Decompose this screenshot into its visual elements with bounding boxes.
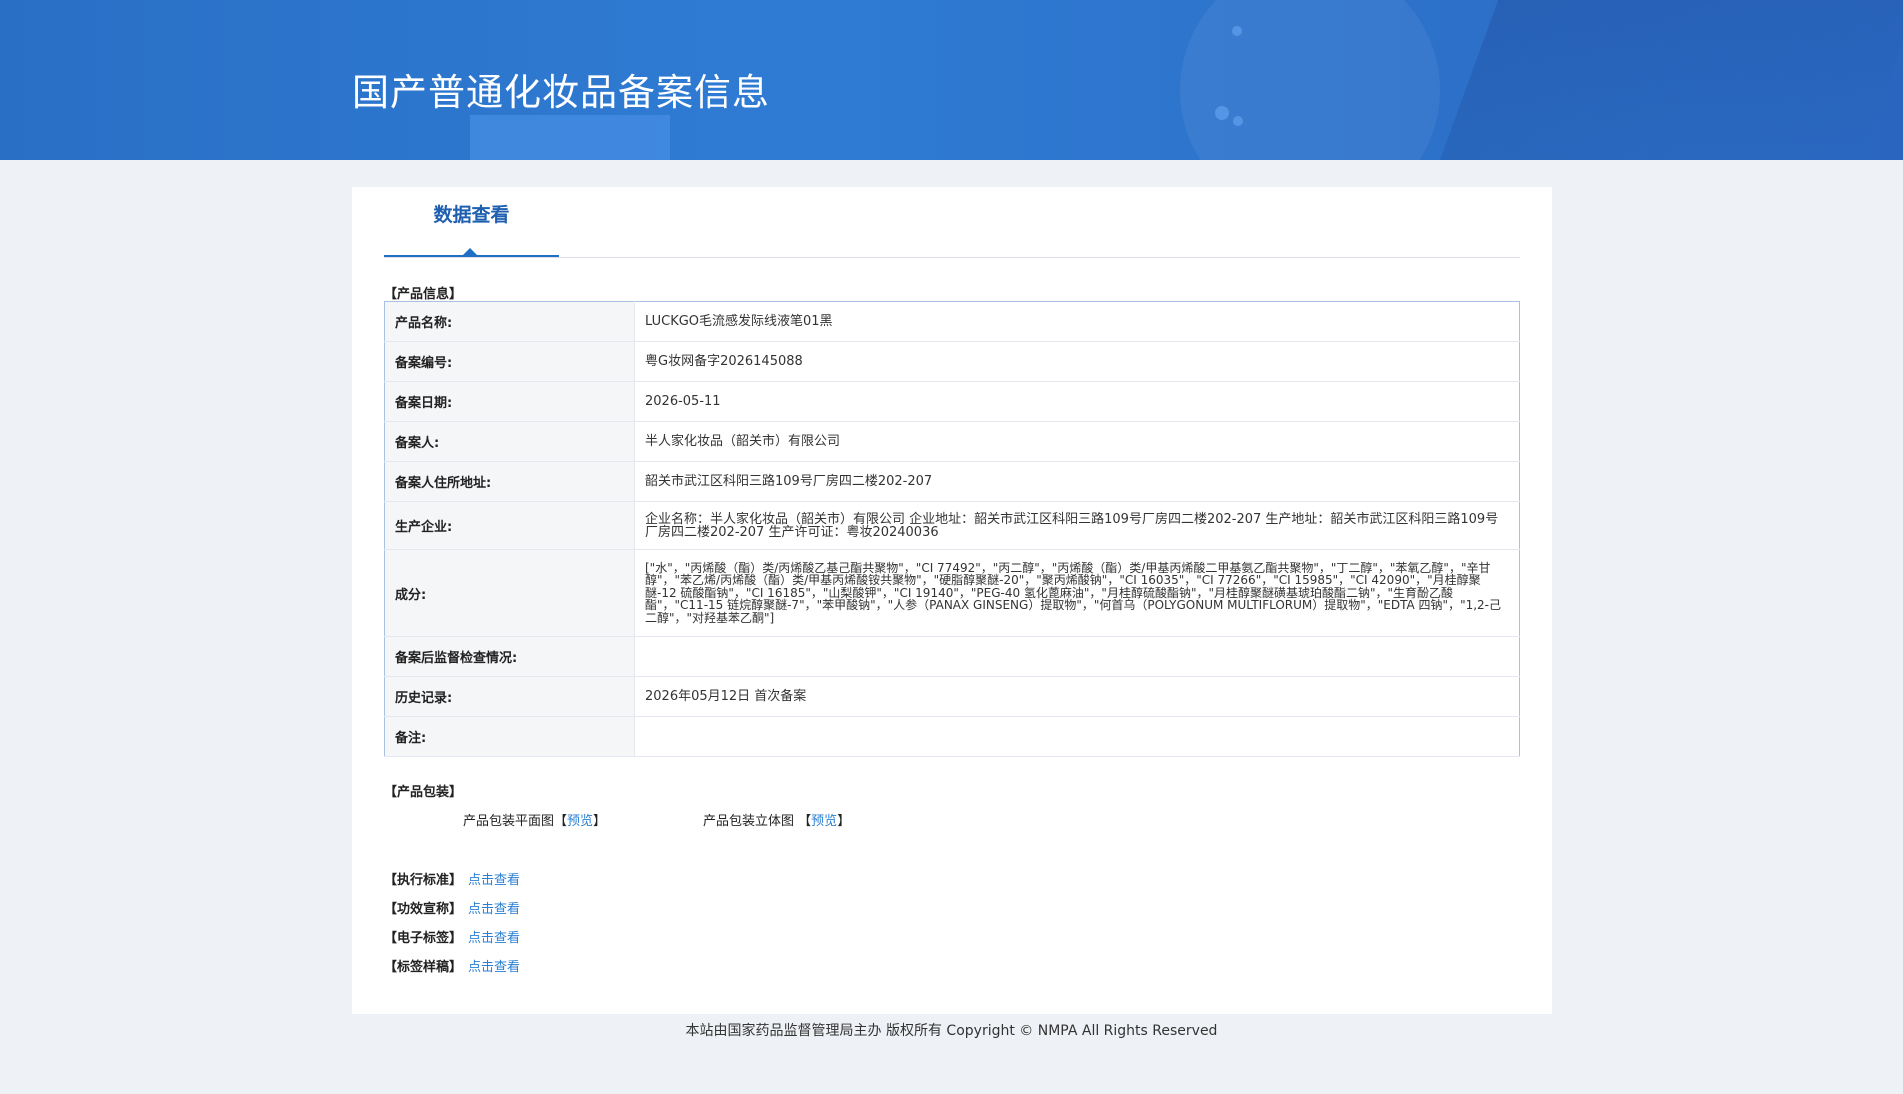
- packaging-flat: 产品包装平面图【预览】: [463, 810, 606, 829]
- packaging-solid: 产品包装立体图 【预览】: [703, 810, 850, 829]
- bracket-close: 】: [837, 814, 851, 829]
- table-row: 备注:: [384, 716, 1520, 757]
- table-row: 备案后监督检查情况:: [384, 636, 1520, 677]
- row-key: 备案后监督检查情况:: [384, 636, 635, 677]
- table-row: 成分: ["水"，"丙烯酸（酯）类/丙烯酸乙基己酯共聚物"，"CI 77492"…: [384, 549, 1520, 637]
- bracket-close: 】: [593, 814, 607, 829]
- row-value: 半人家化妆品（韶关市）有限公司: [634, 421, 1520, 462]
- banner-decoration: [1439, 0, 1903, 160]
- doc-row-label-sample: 【标签样稿】 点击查看: [384, 956, 520, 975]
- doc-label: 【执行标准】: [384, 873, 463, 888]
- tab-indicator-caret: [463, 248, 477, 255]
- row-key: 成分:: [384, 549, 635, 637]
- row-value: ["水"，"丙烯酸（酯）类/丙烯酸乙基己酯共聚物"，"CI 77492"，"丙二…: [634, 549, 1520, 637]
- section-label-packaging: 【产品包装】: [384, 785, 463, 800]
- product-info-table: 产品名称: LUCKGO毛流感发际线液笔01黑 备案编号: 粤G妆网备字2026…: [384, 301, 1520, 757]
- row-key: 生产企业:: [384, 501, 635, 550]
- table-row: 备案编号: 粤G妆网备字2026145088: [384, 341, 1520, 382]
- table-row: 历史记录: 2026年05月12日 首次备案: [384, 676, 1520, 717]
- packaging-flat-preview-link[interactable]: 预览: [567, 814, 593, 829]
- row-key: 备案人:: [384, 421, 635, 462]
- table-row: 产品名称: LUCKGO毛流感发际线液笔01黑: [384, 301, 1520, 342]
- table-row: 备案人: 半人家化妆品（韶关市）有限公司: [384, 421, 1520, 462]
- banner-decoration: [1232, 26, 1242, 36]
- row-value: 韶关市武江区科阳三路109号厂房四二楼202-207: [634, 461, 1520, 502]
- doc-view-link[interactable]: 点击查看: [468, 902, 520, 917]
- doc-label: 【标签样稿】: [384, 960, 463, 975]
- doc-row-e-label: 【电子标签】 点击查看: [384, 927, 520, 946]
- row-key: 产品名称:: [384, 301, 635, 342]
- row-key: 历史记录:: [384, 676, 635, 717]
- tab-data-view-label: 数据查看: [433, 204, 510, 226]
- tab-data-view[interactable]: 数据查看: [384, 187, 559, 257]
- banner-decoration: [470, 115, 670, 160]
- table-row: 备案人住所地址: 韶关市武江区科阳三路109号厂房四二楼202-207: [384, 461, 1520, 502]
- doc-view-link[interactable]: 点击查看: [468, 960, 520, 975]
- table-row: 备案日期: 2026-05-11: [384, 381, 1520, 422]
- doc-row-standard: 【执行标准】 点击查看: [384, 869, 520, 888]
- bracket-open: 【: [798, 814, 812, 829]
- header-banner: 国产普通化妆品备案信息: [0, 0, 1903, 160]
- doc-label: 【功效宣称】: [384, 902, 463, 917]
- content-card: 数据查看 【产品信息】 产品名称: LUCKGO毛流感发际线液笔01黑 备案编号…: [352, 187, 1552, 1014]
- row-value: 企业名称：半人家化妆品（韶关市）有限公司 企业地址：韶关市武江区科阳三路109号…: [634, 501, 1520, 550]
- banner-decoration: [1215, 106, 1229, 120]
- row-value: [634, 636, 1520, 677]
- row-key: 备案日期:: [384, 381, 635, 422]
- row-value: 2026年05月12日 首次备案: [634, 676, 1520, 717]
- row-value: LUCKGO毛流感发际线液笔01黑: [634, 301, 1520, 342]
- bracket-open: 【: [554, 814, 568, 829]
- row-value: 2026-05-11: [634, 381, 1520, 422]
- row-key: 备案编号:: [384, 341, 635, 382]
- page-title: 国产普通化妆品备案信息: [352, 71, 770, 114]
- doc-label: 【电子标签】: [384, 931, 463, 946]
- row-key: 备案人住所地址:: [384, 461, 635, 502]
- packaging-solid-preview-link[interactable]: 预览: [811, 814, 837, 829]
- row-key: 备注:: [384, 716, 635, 757]
- doc-view-link[interactable]: 点击查看: [468, 931, 520, 946]
- table-row: 生产企业: 企业名称：半人家化妆品（韶关市）有限公司 企业地址：韶关市武江区科阳…: [384, 501, 1520, 550]
- section-label-product-info: 【产品信息】: [384, 287, 463, 302]
- row-value: 粤G妆网备字2026145088: [634, 341, 1520, 382]
- tab-bar: 数据查看: [384, 187, 1520, 258]
- packaging-flat-label: 产品包装平面图: [463, 814, 555, 829]
- doc-view-link[interactable]: 点击查看: [468, 873, 520, 888]
- doc-row-efficacy: 【功效宣称】 点击查看: [384, 898, 520, 917]
- banner-decoration: [1233, 116, 1243, 126]
- row-value: [634, 716, 1520, 757]
- footer-copyright: 本站由国家药品监督管理局主办 版权所有 Copyright © NMPA All…: [685, 1023, 1218, 1039]
- banner-decoration: [1180, 0, 1440, 160]
- packaging-solid-label: 产品包装立体图: [703, 814, 795, 829]
